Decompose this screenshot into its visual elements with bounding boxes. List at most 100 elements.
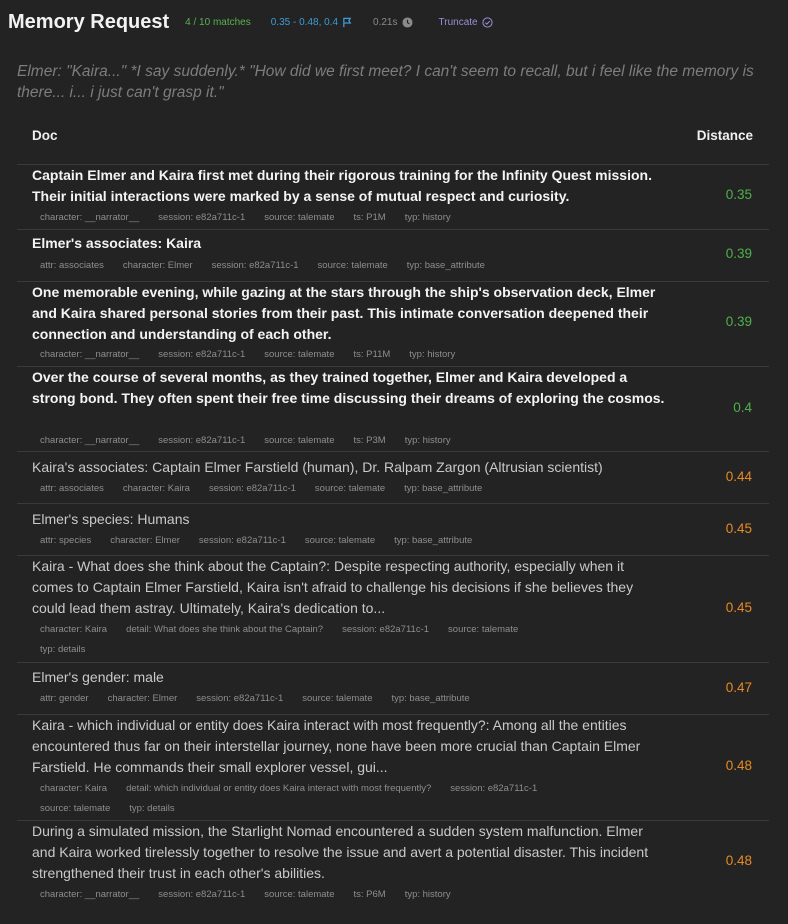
page-title: Memory Request: [8, 10, 170, 33]
meta-tag: character: __narrator__: [40, 889, 140, 900]
doc-text: Elmer's species: Humans: [32, 511, 190, 527]
doc-meta: character: Kaira detail: which individual…: [40, 779, 640, 819]
doc-meta: character: __narrator__ session: e82a711c…: [40, 345, 640, 365]
meta-tag: character: Elmer: [122, 260, 193, 271]
doc-text: During a simulated mission, the Starligh…: [32, 823, 649, 881]
table-row: Captain Elmer and Kaira first met during…: [17, 165, 769, 230]
meta-tag: character: __narrator__: [40, 349, 140, 360]
meta-tag: ts: P3M: [353, 435, 386, 446]
query-text: Elmer: "Kaira..." *I say suddenly.* "How…: [17, 63, 754, 101]
doc-text: Over the course of several months, as th…: [32, 369, 665, 406]
table-header: Doc Distance: [17, 124, 769, 165]
meta-tag: session: e82a711c-1: [450, 783, 538, 794]
meta-tag: source: talemate: [304, 535, 376, 546]
doc-meta: character: __narrator__ session: e82a711c…: [40, 208, 640, 228]
doc-text: Kaira's associates: Captain Elmer Farsti…: [32, 459, 603, 475]
distance-value: 0.44: [725, 469, 752, 484]
meta-tag: typ: history: [404, 212, 451, 223]
meta-tag: session: e82a711c-1: [208, 483, 296, 494]
meta-tag: character: __narrator__: [40, 212, 140, 223]
meta-tag: session: e82a711c-1: [158, 212, 246, 223]
meta-tag: session: e82a711c-1: [198, 535, 286, 546]
table-row: Elmer's species: Humans attr: species cha…: [17, 504, 769, 556]
meta-tag: typ: history: [404, 889, 451, 900]
distance-value: 0.45: [725, 600, 752, 615]
doc-text: Kaira - What does she think about the Ca…: [32, 558, 634, 616]
meta-tag: source: talemate: [264, 212, 335, 223]
doc-meta: character: Kaira detail: What does she th…: [40, 620, 640, 660]
meta-tag: source: talemate: [264, 889, 335, 900]
meta-tag: character: Elmer: [107, 693, 178, 704]
doc-meta: attr: associates character: Elmer session:…: [40, 256, 640, 276]
meta-tag: source: talemate: [317, 260, 388, 271]
meta-tag: ts: P1M: [353, 212, 386, 223]
meta-tag: typ: details: [129, 803, 175, 814]
meta-tag: source: talemate: [264, 435, 335, 446]
check-circle-icon: [482, 16, 493, 28]
range-badge: 0.35 - 0.48, 0.4: [271, 17, 353, 28]
meta-tag: typ: base_attribute: [394, 535, 473, 546]
meta-tag: typ: base_attribute: [406, 260, 485, 271]
meta-tag: character: __narrator__: [40, 435, 140, 446]
doc-meta: character: __narrator__ session: e82a711c…: [40, 431, 640, 451]
flag-icon: [343, 17, 352, 27]
meta-tag: session: e82a711c-1: [342, 624, 430, 635]
doc-meta: attr: gender character: Elmer session: e82…: [40, 689, 640, 709]
meta-tag: session: e82a711c-1: [158, 889, 246, 900]
table-row: Elmer's gender: male attr: gender charact…: [17, 663, 769, 715]
table-row: During a simulated mission, the Starligh…: [17, 821, 769, 909]
meta-tag: detail: What does she think about the Ca…: [126, 624, 324, 635]
doc-meta: attr: species character: Elmer session: e8…: [40, 531, 640, 551]
meta-tag: session: e82a711c-1: [158, 349, 246, 360]
doc-text: Captain Elmer and Kaira first met during…: [32, 167, 652, 204]
meta-tag: ts: P11M: [353, 349, 391, 360]
meta-tag: typ: base_attribute: [404, 483, 483, 494]
doc-text: Elmer's gender: male: [32, 669, 164, 685]
meta-tag: typ: details: [40, 644, 86, 655]
matches-badge: 4 / 10 matches: [185, 17, 251, 28]
meta-tag: source: talemate: [40, 803, 111, 814]
table-row: Elmer's associates: Kaira attr: associat…: [17, 230, 769, 282]
doc-meta: attr: associates character: Kaira session:…: [40, 479, 640, 499]
meta-tag: character: Kaira: [40, 624, 108, 635]
meta-tag: typ: base_attribute: [391, 693, 470, 704]
meta-tag: source: talemate: [264, 349, 335, 360]
meta-tag: character: Kaira: [122, 483, 190, 494]
doc-text: One memorable evening, while gazing at t…: [32, 284, 656, 342]
table-row: Kaira's associates: Captain Elmer Farsti…: [17, 452, 769, 504]
doc-text: Kaira - which individual or entity does …: [32, 717, 641, 775]
truncate-label: Truncate: [438, 16, 478, 28]
meta-tag: source: talemate: [314, 483, 386, 494]
distance-value: 0.39: [725, 314, 752, 329]
clock-icon: [401, 16, 413, 28]
table-row: Kaira - What does she think about the Ca…: [17, 556, 769, 663]
distance-value: 0.45: [725, 521, 752, 536]
matches-count: 4 / 10 matches: [185, 16, 251, 28]
distance-value: 0.48: [725, 758, 752, 773]
distance-value: 0.48: [725, 853, 752, 868]
meta-tag: session: e82a711c-1: [211, 260, 299, 271]
meta-tag: detail: which individual or entity does …: [126, 783, 432, 794]
distance-value: 0.47: [725, 680, 752, 695]
distance-value: 0.4: [733, 400, 752, 415]
header: Memory Request 4 / 10 matches 0.35 - 0.4…: [8, 8, 493, 36]
meta-tag: session: e82a711c-1: [158, 435, 246, 446]
meta-tag: source: talemate: [448, 624, 519, 635]
truncate-toggle[interactable]: Truncate: [439, 17, 493, 28]
meta-tag: source: talemate: [302, 693, 373, 704]
meta-tag: session: e82a711c-1: [196, 693, 284, 704]
time-badge: 0.21s: [373, 16, 413, 28]
meta-tag: attr: associates: [40, 260, 104, 271]
table-row: Kaira - which individual or entity does …: [17, 715, 769, 821]
meta-tag: typ: history: [404, 435, 451, 446]
meta-tag: attr: associates: [40, 483, 104, 494]
range-value: 0.35 - 0.48, 0.4: [270, 16, 339, 28]
doc-meta: character: __narrator__ session: e82a711c…: [40, 885, 640, 905]
column-header-doc: Doc: [32, 128, 58, 143]
meta-tag: character: Elmer: [110, 535, 180, 546]
distance-value: 0.39: [725, 246, 752, 261]
meta-tag: attr: species: [40, 535, 92, 546]
meta-tag: character: Kaira: [40, 783, 108, 794]
time-value: 0.21s: [373, 16, 398, 28]
meta-tag: typ: history: [409, 349, 456, 360]
